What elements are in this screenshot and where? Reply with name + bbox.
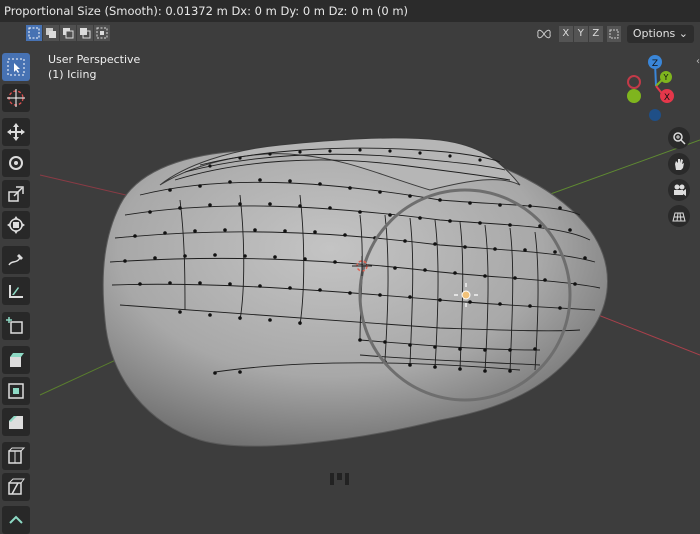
extrude-region-icon[interactable] <box>2 346 30 374</box>
gizmo-y-label: Y <box>663 73 669 82</box>
measure-icon[interactable] <box>2 277 30 305</box>
chevron-down-icon: ⌄ <box>678 27 688 40</box>
select-box-icon[interactable] <box>2 53 30 81</box>
select-mode-group <box>26 25 111 41</box>
butterfly-mirror-icon[interactable] <box>536 26 552 42</box>
knife-icon[interactable] <box>2 473 30 501</box>
bevel-icon[interactable] <box>2 408 30 436</box>
loop-cut-icon[interactable] <box>2 442 30 470</box>
zoom-icon[interactable] <box>668 127 690 149</box>
select-subtract-icon[interactable] <box>60 25 76 41</box>
active-object-label: (1) Iciing <box>48 68 97 81</box>
camera-icon[interactable] <box>668 179 690 201</box>
view-perspective-label: User Perspective <box>48 53 141 66</box>
transform-icon[interactable] <box>2 211 30 239</box>
viewport-header: X Y Z Options ⌄ <box>0 22 700 46</box>
gizmo-x-label: X <box>664 93 670 103</box>
gizmo-z-label: Z <box>652 59 658 69</box>
topology-mirror-icon[interactable] <box>606 26 621 42</box>
mirror-y-button[interactable]: Y <box>573 26 588 42</box>
scale-icon[interactable] <box>2 180 30 208</box>
select-extend-icon[interactable] <box>43 25 59 41</box>
rotate-icon[interactable] <box>2 149 30 177</box>
header-right-group: X Y Z Options ⌄ <box>536 25 694 43</box>
pan-hand-icon[interactable] <box>668 153 690 175</box>
select-new-icon[interactable] <box>26 25 42 41</box>
move-icon[interactable] <box>2 118 30 146</box>
mirror-z-button[interactable]: Z <box>588 26 603 42</box>
ortho-grid-icon[interactable] <box>668 205 690 227</box>
add-cube-icon[interactable] <box>2 312 30 340</box>
mirror-x-button[interactable]: X <box>558 26 573 42</box>
viewport-info: User Perspective (1) Iciing <box>48 52 140 82</box>
inset-faces-icon[interactable] <box>2 377 30 405</box>
options-label: Options <box>632 27 676 40</box>
origin-marker <box>330 473 349 485</box>
gizmo-neg-z <box>649 109 661 121</box>
tool-shelf <box>0 48 34 534</box>
gizmo-neg-x <box>627 75 641 89</box>
select-intersect-icon[interactable] <box>94 25 110 41</box>
gizmo-neg-y <box>627 89 641 103</box>
annotate-icon[interactable] <box>2 246 30 274</box>
sidebar-toggle-icon[interactable]: ‹ <box>696 56 700 67</box>
options-dropdown[interactable]: Options ⌄ <box>626 25 694 43</box>
poly-build-icon[interactable] <box>2 506 30 534</box>
select-difference-icon[interactable] <box>77 25 93 41</box>
navigation-gizmo[interactable]: Z Y X <box>622 52 690 124</box>
cursor-icon[interactable] <box>2 84 30 112</box>
